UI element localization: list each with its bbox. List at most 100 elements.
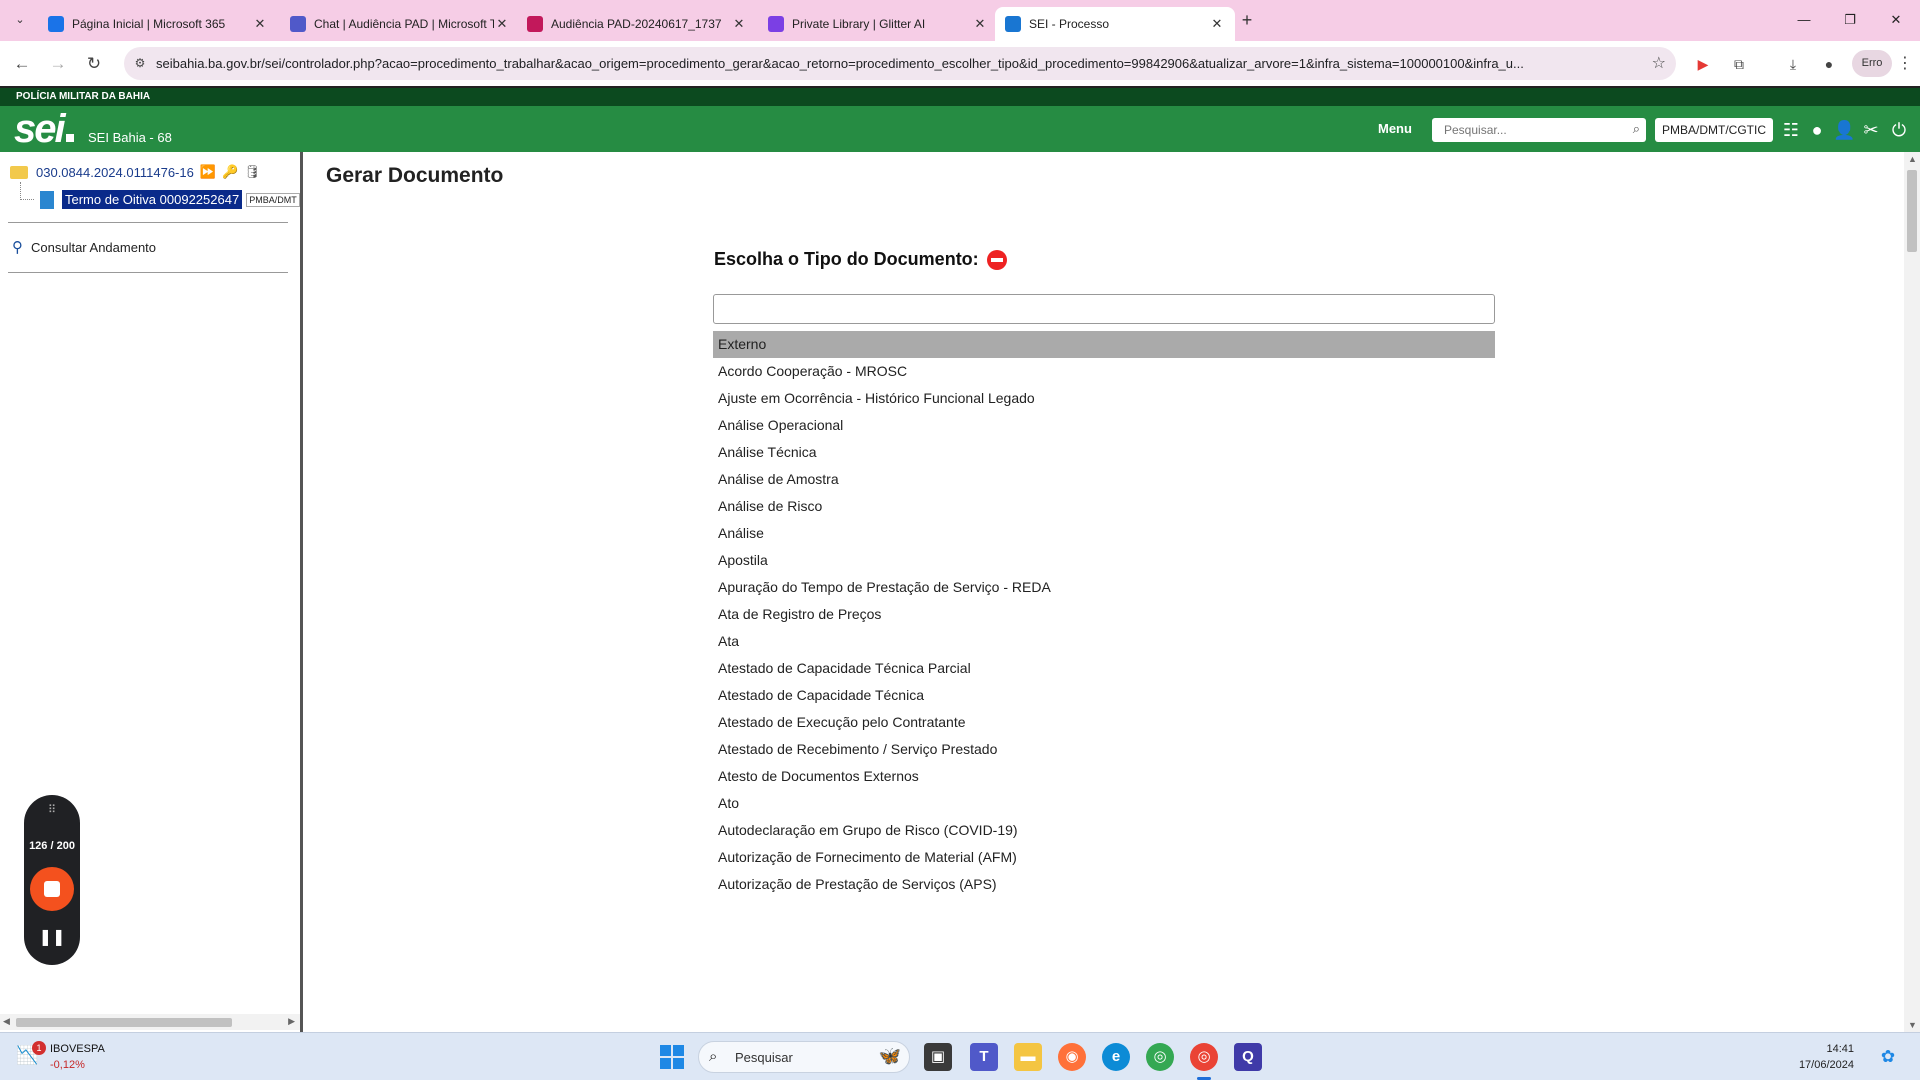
document-type-option[interactable]: Atestado de Recebimento / Serviço Presta… (713, 736, 1495, 763)
process-number[interactable]: 030.0844.2024.0111476-16 (36, 165, 194, 180)
browser-tab[interactable]: SEI - Processo ✕ (995, 7, 1235, 41)
scroll-up-icon[interactable]: ▲ (1908, 154, 1917, 164)
tab-title[interactable]: Audiência PAD-20240617_1737 (551, 17, 731, 31)
extensions-icon[interactable]: ⧉ (1728, 53, 1750, 75)
document-type-option[interactable]: Externo (713, 331, 1495, 358)
reload-button[interactable]: ↻ (82, 52, 106, 76)
tab-title[interactable]: Chat | Audiência PAD | Microsoft Teams (314, 17, 494, 31)
browser-menu-icon[interactable]: ⋮ (1897, 53, 1913, 73)
taskbar-search[interactable]: ⌕ Pesquisar 🦋 (698, 1041, 910, 1073)
vertical-scrollbar[interactable]: ▲ ▼ (1904, 152, 1920, 1032)
chrome-icon[interactable]: ◎ (1146, 1043, 1174, 1071)
list-view-icon[interactable]: ☷ (1780, 119, 1802, 141)
document-type-option[interactable]: Análise Operacional (713, 412, 1495, 439)
close-window-button[interactable]: ✕ (1874, 8, 1918, 32)
tab-title[interactable]: SEI - Processo (1029, 17, 1209, 31)
url-text[interactable]: seibahia.ba.gov.br/sei/controlador.php?a… (156, 56, 1636, 71)
windows-start-icon[interactable] (660, 1045, 684, 1069)
system-clock[interactable]: 14:41 17/06/2024 (1780, 1041, 1854, 1073)
youtube-extension-icon[interactable]: ▶ (1692, 53, 1714, 75)
document-type-option[interactable]: Atestado de Capacidade Técnica (713, 682, 1495, 709)
edge-icon[interactable]: e (1102, 1043, 1130, 1071)
search-icon[interactable]: ⌕ (1633, 121, 1640, 137)
tab-close-icon[interactable]: ✕ (972, 16, 988, 32)
key-icon[interactable]: 🔑 (222, 164, 238, 180)
teams-icon[interactable]: T (970, 1043, 998, 1071)
document-type-option[interactable]: Análise de Amostra (713, 466, 1495, 493)
consult-label[interactable]: Consultar Andamento (31, 240, 156, 255)
scrollbar-thumb[interactable] (1907, 170, 1917, 252)
document-name[interactable]: Termo de Oitiva 00092252647 (62, 190, 243, 209)
document-type-option[interactable]: Atestado de Execução pelo Contratante (713, 709, 1495, 736)
stop-recording-button[interactable] (30, 867, 74, 911)
notification-center-icon[interactable]: ✿ (1874, 1043, 1902, 1071)
restore-button[interactable]: ❐ (1828, 8, 1872, 32)
tab-close-icon[interactable]: ✕ (494, 16, 510, 32)
download-icon[interactable]: ⤓ (1782, 53, 1804, 75)
menu-link[interactable]: Menu (1378, 121, 1412, 136)
document-unit-badge: PMBA/DMT (246, 192, 300, 207)
alert-icon[interactable]: ● (1806, 119, 1828, 141)
chrome-profile-icon[interactable]: ◎ (1190, 1043, 1218, 1071)
document-type-option[interactable]: Acordo Cooperação - MROSC (713, 358, 1495, 385)
unit-selector[interactable]: PMBA/DMT/CGTIC (1655, 118, 1773, 142)
consult-progress-link[interactable]: ⚲ Consultar Andamento (12, 238, 156, 256)
horizontal-scrollbar[interactable]: ◀ ▶ (0, 1014, 300, 1030)
app-icon[interactable]: Q (1234, 1043, 1262, 1071)
stock-widget[interactable]: 📉 1 IBOVESPA -0,12% (16, 1041, 136, 1075)
scroll-left-icon[interactable]: ◀ (3, 1016, 10, 1027)
document-type-option[interactable]: Autorização de Prestação de Serviços (AP… (713, 871, 1495, 898)
new-tab-button[interactable]: + (1235, 8, 1259, 32)
scroll-down-icon[interactable]: ▼ (1908, 1020, 1917, 1030)
browser-tab[interactable]: Página Inicial | Microsoft 365 ✕ (38, 7, 278, 41)
sei-logo[interactable]: sei (14, 106, 74, 152)
drag-handle-icon[interactable]: ⠿ (24, 803, 80, 816)
collapse-minus-icon[interactable] (986, 249, 1007, 270)
document-type-option[interactable]: Ato (713, 790, 1495, 817)
browser-tab[interactable]: Private Library | Glitter AI ✕ (758, 7, 998, 41)
document-type-option[interactable]: Autodeclaração em Grupo de Risco (COVID-… (713, 817, 1495, 844)
document-type-option[interactable]: Atestado de Capacidade Técnica Parcial (713, 655, 1495, 682)
tab-close-icon[interactable]: ✕ (1209, 16, 1225, 32)
scrollbar-thumb[interactable] (16, 1018, 232, 1027)
browser-tab[interactable]: Chat | Audiência PAD | Microsoft Teams✕ (280, 7, 520, 41)
scroll-right-icon[interactable]: ▶ (288, 1016, 295, 1027)
forward-button[interactable]: → (46, 52, 70, 76)
document-type-option[interactable]: Atesto de Documentos Externos (713, 763, 1495, 790)
sei-search-input[interactable] (1432, 118, 1618, 142)
document-node[interactable]: Termo de Oitiva 00092252647 PMBA/DMT (40, 190, 300, 209)
tab-close-icon[interactable]: ✕ (731, 16, 747, 32)
user-icon[interactable]: 👤 (1833, 119, 1855, 141)
profile-avatar-icon[interactable]: ● (1818, 53, 1840, 75)
tools-icon[interactable]: ✂ (1860, 119, 1882, 141)
tab-search-button[interactable]: ⌄ (10, 10, 30, 30)
document-type-option[interactable]: Apostila (713, 547, 1495, 574)
back-button[interactable]: ← (10, 52, 34, 76)
document-type-option[interactable]: Autorização de Fornecimento de Material … (713, 844, 1495, 871)
bookmark-star-icon[interactable]: ☆ (1652, 53, 1666, 73)
document-type-option[interactable]: Análise (713, 520, 1495, 547)
firefox-icon[interactable]: ◉ (1058, 1043, 1086, 1071)
document-type-option[interactable]: Análise Técnica (713, 439, 1495, 466)
document-type-option[interactable]: Análise de Risco (713, 493, 1495, 520)
browser-tab[interactable]: Audiência PAD-20240617_1737 ✕ (517, 7, 757, 41)
tab-close-icon[interactable]: ✕ (252, 16, 268, 32)
pause-recording-button[interactable]: ❚❚ (24, 927, 80, 947)
file-explorer-icon[interactable]: ▬ (1014, 1043, 1042, 1071)
profile-error-button[interactable]: Erro (1852, 50, 1892, 77)
database-icon[interactable]: 🛢 (244, 164, 261, 180)
task-view-icon[interactable]: ▣ (924, 1043, 952, 1071)
tab-title[interactable]: Página Inicial | Microsoft 365 (72, 17, 252, 31)
fast-forward-icon[interactable]: ⏩ (200, 164, 216, 180)
document-type-filter[interactable] (713, 294, 1495, 324)
power-icon[interactable]: ⏻ (1888, 119, 1910, 141)
tab-title[interactable]: Private Library | Glitter AI (792, 17, 972, 31)
document-type-option[interactable]: Ajuste em Ocorrência - Histórico Funcion… (713, 385, 1495, 412)
minimize-button[interactable]: — (1782, 8, 1826, 32)
document-type-option[interactable]: Ata (713, 628, 1495, 655)
document-type-option[interactable]: Apuração do Tempo de Prestação de Serviç… (713, 574, 1495, 601)
document-type-option[interactable]: Ata de Registro de Preços (713, 601, 1495, 628)
process-node[interactable]: 030.0844.2024.0111476-16 ⏩ 🔑 🛢 (10, 162, 261, 182)
address-bar[interactable]: ⚙ seibahia.ba.gov.br/sei/controlador.php… (124, 47, 1676, 80)
site-info-icon[interactable]: ⚙ (132, 56, 148, 72)
